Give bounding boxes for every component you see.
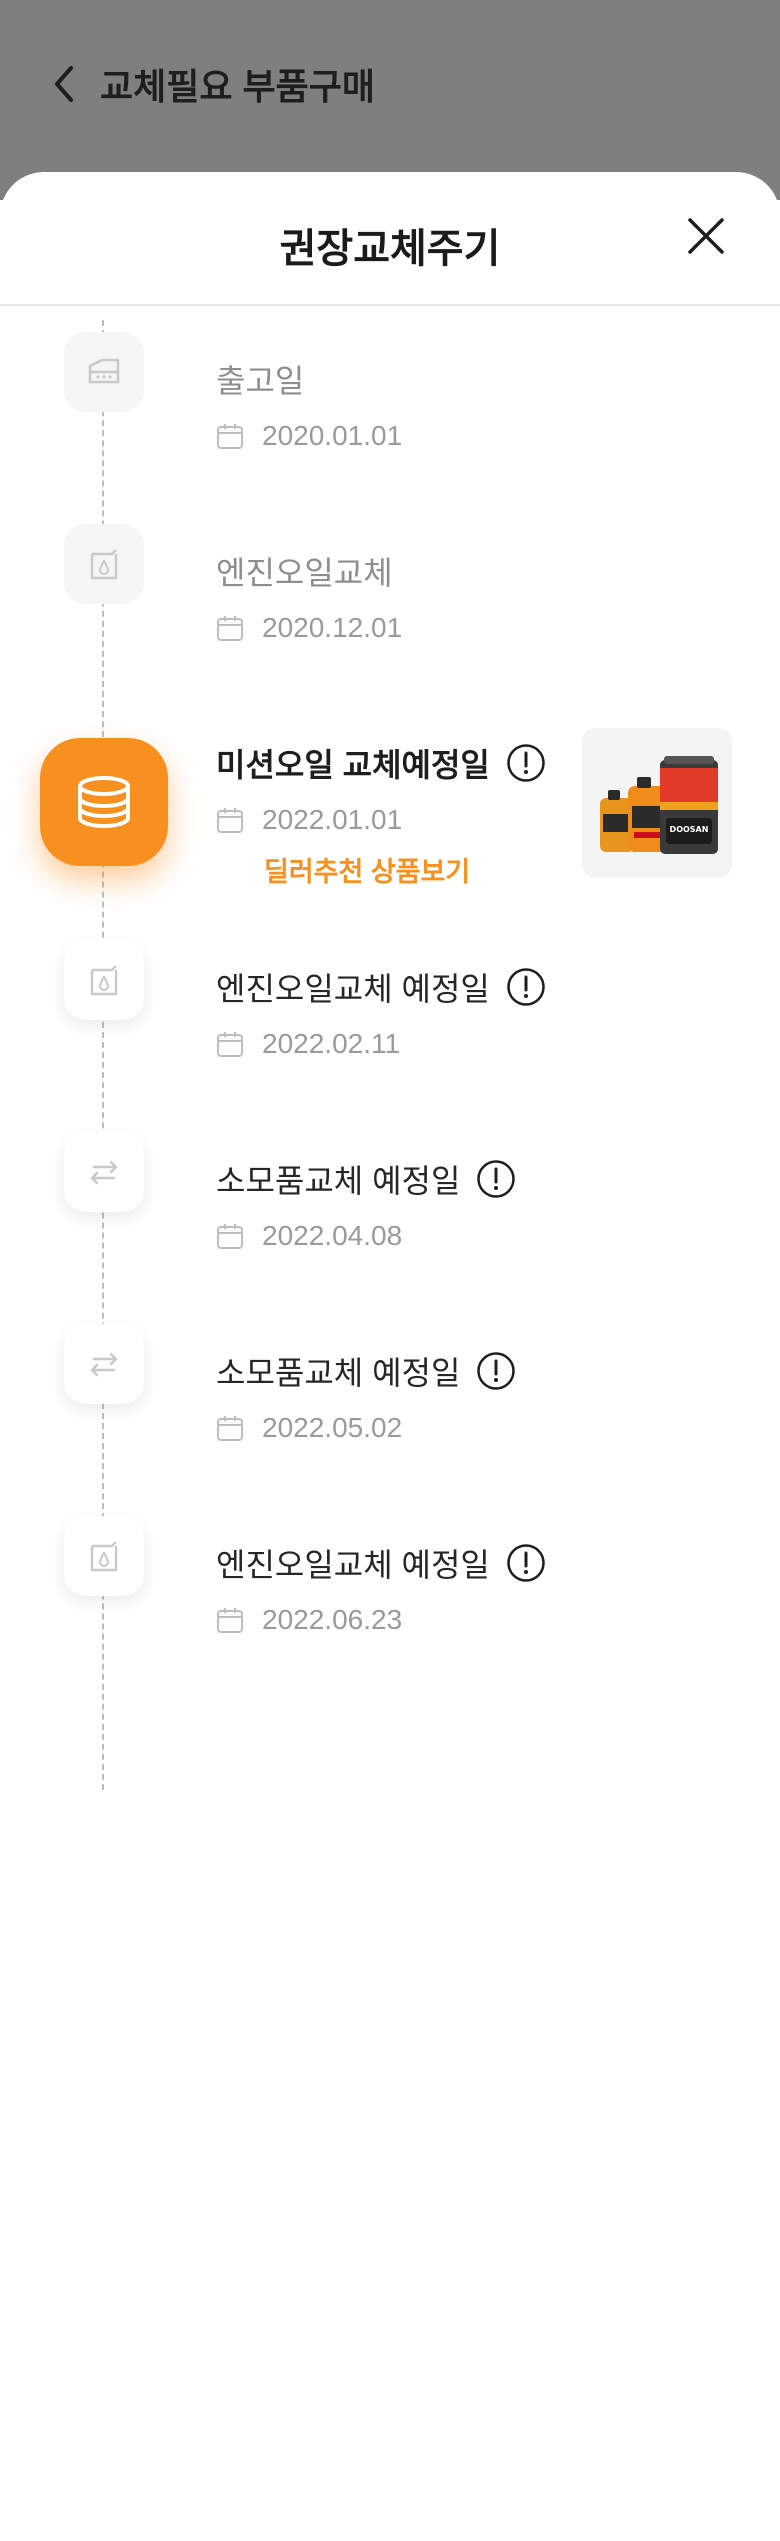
entry-title-row: 소모품교체 예정일 xyxy=(216,1156,516,1202)
page-header: 교체필요 부품구매 xyxy=(44,58,375,110)
entry-date-row: 2022.06.23 xyxy=(216,1604,546,1636)
entry-title-row: 엔진오일교체 예정일 xyxy=(216,964,546,1010)
entry-title-row: 소모품교체 예정일 xyxy=(216,1348,516,1394)
entry-date: 2022.02.11 xyxy=(262,1028,401,1059)
warning-icon[interactable] xyxy=(506,743,546,783)
entry-title: 엔진오일교체 xyxy=(216,555,393,591)
page-title: 교체필요 부품구매 xyxy=(100,66,375,107)
entry-title: 엔진오일교체 예정일 xyxy=(216,1547,490,1583)
entry-date-row: 2020.01.01 xyxy=(216,420,402,452)
oil-can-icon xyxy=(84,1536,124,1576)
calendar-icon xyxy=(216,806,244,834)
timeline-node-consumables xyxy=(64,1324,144,1404)
calendar-icon xyxy=(216,1414,244,1442)
entry-title: 소모품교체 예정일 xyxy=(216,1355,461,1391)
brand-logo-text: DOOSAN xyxy=(670,825,709,834)
replacement-timeline: 출고일 2020.01.01 엔진오일교체 2020.12.01 미션오일 교체… xyxy=(0,306,780,1790)
entry-date: 2022.01.01 xyxy=(262,804,403,835)
calendar-icon xyxy=(216,1030,244,1058)
dealer-recommend-link[interactable]: 딜러추천 상품보기 xyxy=(264,850,546,889)
swap-arrows-icon xyxy=(84,1344,124,1384)
timeline-node-consumables xyxy=(64,1132,144,1212)
entry-date-row: 2020.12.01 xyxy=(216,612,402,644)
sheet-title: 권장교체주기 xyxy=(279,227,501,271)
calendar-icon xyxy=(216,614,244,642)
entry-title: 소모품교체 예정일 xyxy=(216,1163,461,1199)
warning-icon[interactable] xyxy=(476,1159,516,1199)
entry-date: 2022.06.23 xyxy=(262,1604,403,1635)
timeline-node-mission-oil[interactable] xyxy=(40,738,168,866)
bottom-sheet: 권장교체주기 출고일 2020.01.01 엔진오일교체 2020.12.01 … xyxy=(0,172,780,2541)
swap-arrows-icon xyxy=(84,1152,124,1192)
entry-date-row: 2022.02.11 xyxy=(216,1028,546,1060)
timeline-entry: 엔진오일교체 예정일 2022.06.23 xyxy=(216,1540,546,1636)
entry-date-row: 2022.01.01 xyxy=(216,804,546,836)
timeline-node-engine-oil-upcoming xyxy=(64,1516,144,1596)
warning-icon[interactable] xyxy=(506,1543,546,1583)
timeline-entry: 소모품교체 예정일 2022.04.08 xyxy=(216,1156,516,1252)
car-body-icon xyxy=(84,352,124,392)
oil-can-icon xyxy=(84,544,124,584)
entry-title-row: 엔진오일교체 예정일 xyxy=(216,1540,546,1586)
close-icon xyxy=(686,216,726,256)
timeline-entry: 소모품교체 예정일 2022.05.02 xyxy=(216,1348,516,1444)
timeline-entry-active: 미션오일 교체예정일 2022.01.01 딜러추천 상품보기 xyxy=(216,740,546,889)
calendar-icon xyxy=(216,422,244,450)
timeline-entry: 출고일 2020.01.01 xyxy=(216,356,402,452)
entry-title-row: 미션오일 교체예정일 xyxy=(216,740,546,786)
timeline-entry: 엔진오일교체 예정일 2022.02.11 xyxy=(216,964,546,1060)
timeline-node-engine-oil-upcoming xyxy=(64,940,144,1020)
calendar-icon xyxy=(216,1222,244,1250)
oil-can-icon xyxy=(84,960,124,1000)
sheet-header: 권장교체주기 xyxy=(0,172,780,306)
warning-icon[interactable] xyxy=(476,1351,516,1391)
entry-date: 2020.12.01 xyxy=(262,612,403,643)
entry-date-row: 2022.04.08 xyxy=(216,1220,516,1252)
oil-products-image: DOOSAN xyxy=(600,756,718,854)
entry-date-row: 2022.05.02 xyxy=(216,1412,516,1444)
product-thumbnail[interactable]: DOOSAN xyxy=(582,728,732,878)
entry-title: 출고일 xyxy=(216,363,305,399)
entry-date: 2022.04.08 xyxy=(262,1220,403,1251)
close-button[interactable] xyxy=(682,212,730,260)
calendar-icon xyxy=(216,1606,244,1634)
timeline-node-delivery xyxy=(64,332,144,412)
timeline-entry: 엔진오일교체 2020.12.01 xyxy=(216,548,402,644)
entry-date: 2020.01.01 xyxy=(262,420,403,451)
entry-date: 2022.05.02 xyxy=(262,1412,403,1443)
timeline-node-engine-oil xyxy=(64,524,144,604)
oil-drum-icon xyxy=(74,772,134,832)
entry-title: 엔진오일교체 예정일 xyxy=(216,971,490,1007)
warning-icon[interactable] xyxy=(506,967,546,1007)
back-arrow-icon[interactable] xyxy=(44,64,84,104)
entry-title: 미션오일 교체예정일 xyxy=(216,747,490,783)
